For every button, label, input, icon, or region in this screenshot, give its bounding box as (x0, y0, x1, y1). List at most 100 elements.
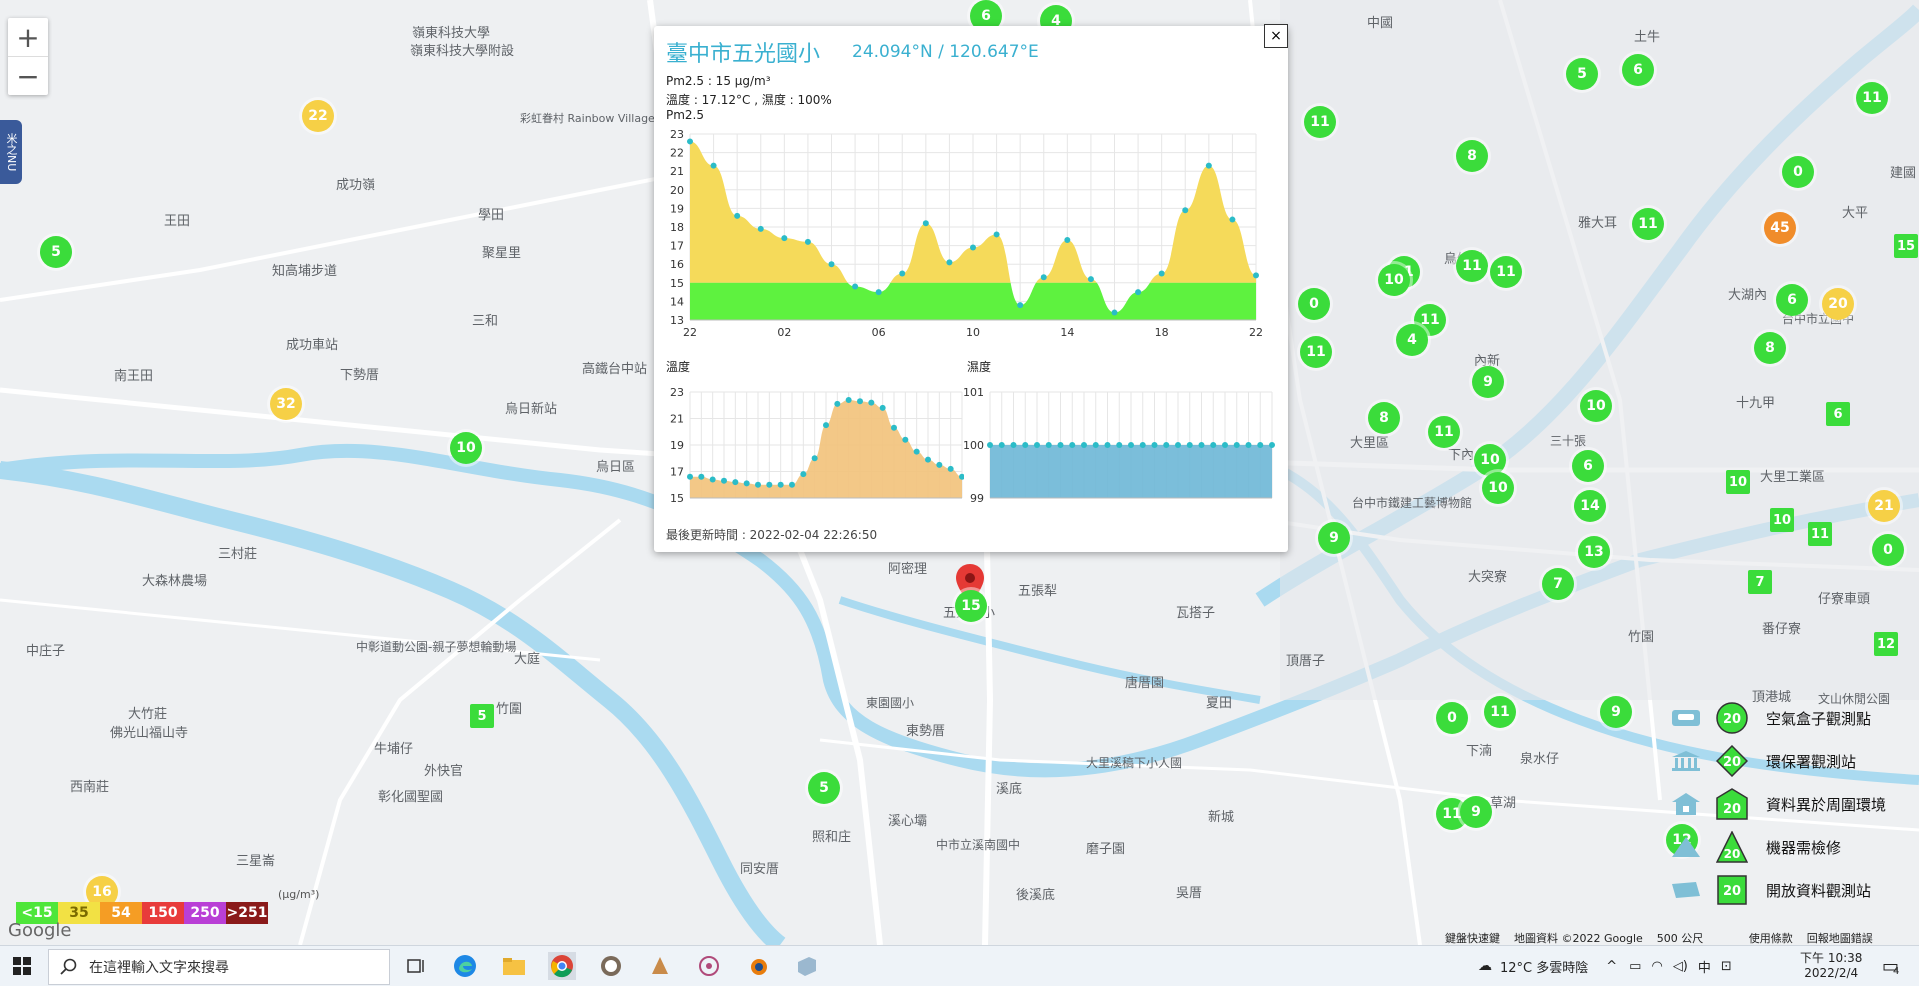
station-marker[interactable]: 14 (1574, 490, 1606, 522)
edge-browser-icon[interactable] (451, 952, 479, 980)
station-marker[interactable]: 20 (1822, 288, 1854, 320)
station-marker[interactable]: 0 (1436, 702, 1468, 734)
station-marker[interactable]: 10 (450, 432, 482, 464)
clock[interactable]: 下午 10:38 2022/2/4 (1800, 946, 1862, 986)
map-canvas[interactable]: + − 米之NU 嶺東科技大學 嶺東科技大學附設 彩虹眷村 Rainbow Vi… (0, 0, 1919, 945)
station-marker[interactable]: 0 (1872, 534, 1904, 566)
data-point (1175, 442, 1181, 448)
station-marker[interactable]: 7 (1748, 570, 1772, 594)
notification-center-icon[interactable]: ▭ 4 (1882, 946, 1899, 986)
windows-start-icon[interactable] (8, 952, 36, 980)
station-marker[interactable]: 9 (1472, 366, 1504, 398)
station-marker[interactable]: 6 (1572, 450, 1604, 482)
station-marker[interactable]: 5 (808, 772, 840, 804)
station-marker[interactable]: 9 (1600, 696, 1632, 728)
place-label: 瓦搭子 (1176, 606, 1216, 621)
station-marker[interactable]: 10 (1770, 508, 1794, 532)
battery-icon[interactable]: ▭ (1629, 959, 1641, 974)
terms-link[interactable]: 使用條款 (1749, 932, 1793, 945)
temperature-chart: 15 17 19 21 23 (670, 386, 964, 504)
station-marker[interactable]: 6 (1776, 284, 1808, 316)
station-marker[interactable]: 11 (1632, 208, 1664, 240)
y-tick-label: 17 (670, 240, 684, 253)
zoom-out-button[interactable]: − (8, 57, 48, 95)
y-tick-label: 15 (670, 277, 684, 290)
station-marker[interactable]: 11 (1456, 250, 1488, 282)
station-marker[interactable]: 11 (1484, 696, 1516, 728)
station-marker[interactable]: 9 (1460, 796, 1492, 828)
station-marker[interactable]: 4 (1396, 324, 1428, 356)
blender-icon[interactable] (744, 952, 772, 980)
station-marker[interactable]: 5 (470, 704, 494, 728)
keyboard-icon[interactable]: ⊡ (1721, 959, 1732, 974)
keyboard-shortcuts-link[interactable]: 鍵盤快速鍵 (1445, 932, 1500, 945)
place-label: 大突寮 (1468, 570, 1508, 585)
station-marker[interactable]: 6 (1826, 402, 1850, 426)
station-marker[interactable]: 13 (1578, 536, 1610, 568)
type-label: 機器需檢修 (1766, 838, 1842, 857)
station-marker[interactable]: 11 (1304, 106, 1336, 138)
side-tab[interactable]: 米之NU (0, 120, 22, 184)
data-point (1081, 442, 1087, 448)
place-label: 高鐵台中站 (582, 362, 648, 377)
station-marker[interactable]: 45 (1764, 212, 1796, 244)
station-marker[interactable]: 10 (1474, 444, 1506, 476)
station-marker[interactable]: 11 (1428, 416, 1460, 448)
app-icon[interactable] (646, 952, 674, 980)
wifi-icon[interactable]: ◠ (1651, 959, 1662, 974)
data-point (1057, 442, 1064, 448)
station-marker[interactable]: 0 (1782, 156, 1814, 188)
file-explorer-icon[interactable] (500, 952, 528, 980)
station-marker[interactable]: 8 (1368, 402, 1400, 434)
chevron-up-icon[interactable]: ^ (1606, 959, 1617, 974)
place-label: 下內 (1448, 448, 1475, 463)
data-point (1064, 237, 1071, 244)
weather-text[interactable]: 12°C 多雲時陰 (1500, 957, 1588, 976)
y-tick-label: 21 (670, 165, 684, 178)
zoom-in-button[interactable]: + (8, 18, 48, 57)
station-marker[interactable]: 5 (1566, 58, 1598, 90)
station-marker[interactable]: 11 (1300, 336, 1332, 368)
station-marker[interactable]: 10 (1378, 264, 1410, 296)
data-point (857, 398, 863, 405)
station-marker[interactable]: 15 (1894, 234, 1918, 258)
station-popup: × 臺中市五光國小 24.094°N / 120.647°E Pm2.5 : 1… (654, 24, 1288, 552)
app-icon[interactable] (793, 952, 821, 980)
station-marker[interactable]: 10 (1482, 472, 1514, 504)
station-marker[interactable]: 5 (40, 236, 72, 268)
data-point (1186, 442, 1193, 448)
report-error-link[interactable]: 回報地圖錯誤 (1807, 932, 1873, 945)
place-label: 夏田 (1206, 696, 1233, 711)
task-view-icon[interactable] (402, 952, 430, 980)
station-marker[interactable]: 11 (1808, 522, 1832, 546)
app-icon[interactable] (695, 952, 723, 980)
close-button[interactable]: × (1264, 24, 1288, 48)
taskbar-search[interactable]: 在這裡輸入文字來搜尋 (48, 949, 390, 985)
volume-icon[interactable]: ◁) (1673, 959, 1688, 974)
station-marker[interactable]: 10 (1580, 390, 1612, 422)
y-tick-label: 13 (670, 314, 684, 327)
station-marker-selected[interactable]: 15 (955, 590, 987, 622)
station-marker[interactable]: 11 (1490, 256, 1522, 288)
svg-text:20: 20 (1723, 755, 1741, 770)
data-point (902, 436, 909, 443)
station-marker[interactable]: 7 (1542, 568, 1574, 600)
station-marker[interactable]: 8 (1754, 332, 1786, 364)
station-marker[interactable]: 32 (270, 388, 302, 420)
chrome-browser-icon[interactable] (548, 952, 576, 980)
place-label: 大里工業區 (1760, 470, 1826, 485)
data-point (698, 473, 705, 480)
station-marker[interactable]: 11 (1856, 82, 1888, 114)
station-marker[interactable]: 21 (1868, 490, 1900, 522)
station-marker[interactable]: 22 (302, 100, 334, 132)
station-marker[interactable]: 12 (1874, 632, 1898, 656)
station-marker[interactable]: 8 (1456, 140, 1488, 172)
station-marker[interactable]: 0 (1298, 288, 1330, 320)
scale-text[interactable]: 500 公尺 (1657, 932, 1704, 945)
app-icon[interactable] (597, 952, 625, 980)
place-label: 大平 (1842, 206, 1869, 221)
station-marker[interactable]: 6 (1622, 54, 1654, 86)
station-marker[interactable]: 9 (1318, 522, 1350, 554)
station-marker[interactable]: 10 (1726, 470, 1750, 494)
ime-indicator[interactable]: 中 (1698, 957, 1711, 976)
